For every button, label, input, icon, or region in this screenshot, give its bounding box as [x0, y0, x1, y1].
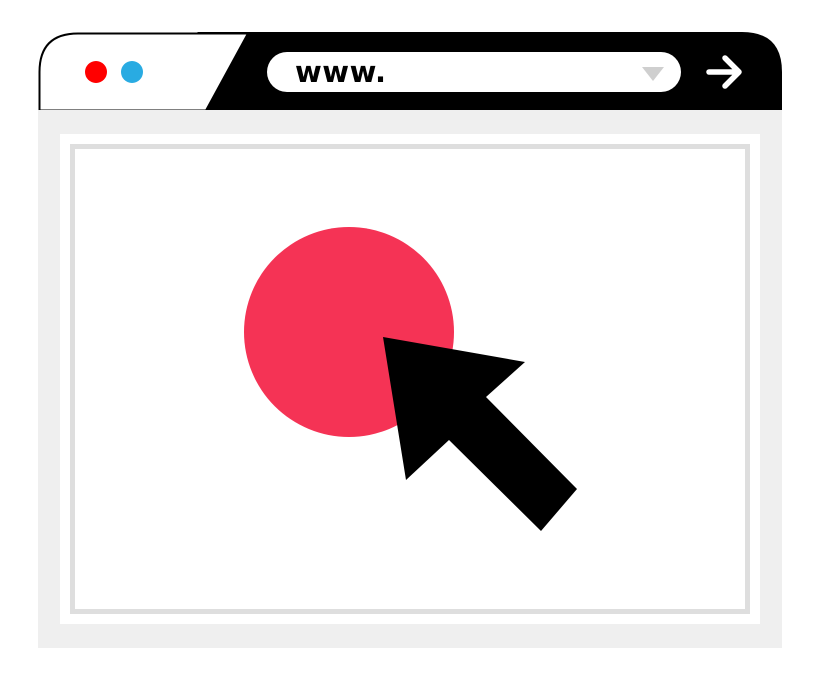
browser-window: www. — [38, 32, 782, 648]
address-bar[interactable]: www. — [267, 52, 681, 92]
address-text: www. — [295, 55, 387, 89]
close-window-button[interactable] — [85, 61, 107, 83]
mouse-pointer-icon — [383, 337, 577, 531]
stage: www. — [0, 0, 819, 679]
minimize-window-button[interactable] — [121, 61, 143, 83]
arrow-right-icon[interactable] — [706, 54, 744, 90]
triangle-down-icon[interactable] — [642, 67, 664, 81]
